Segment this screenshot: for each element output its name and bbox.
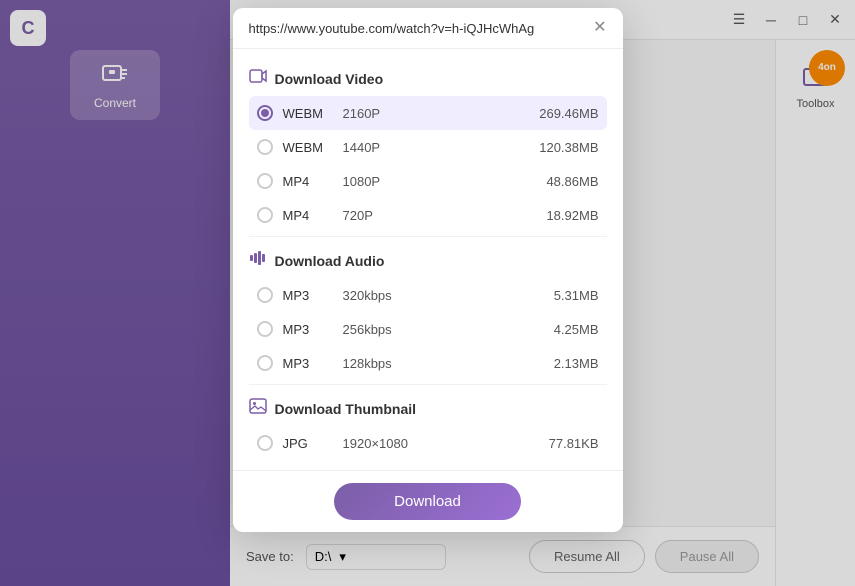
radio-1[interactable] — [257, 139, 273, 155]
radio-1[interactable] — [257, 321, 273, 337]
download-row-1[interactable]: WEBM 1440P 120.38MB — [249, 130, 607, 164]
row-format: JPG — [283, 436, 333, 451]
row-quality: 320kbps — [343, 288, 544, 303]
app-window: C Convert — [0, 0, 855, 586]
modal-header: https://www.youtube.com/watch?v=h-iQJHcW… — [233, 8, 623, 49]
download-row-0[interactable]: MP3 320kbps 5.31MB — [249, 278, 607, 312]
row-format: MP3 — [283, 322, 333, 337]
modal-footer: Download — [233, 470, 623, 532]
download-row-3[interactable]: MP4 720P 18.92MB — [249, 198, 607, 232]
row-format: MP4 — [283, 208, 333, 223]
download-row-1[interactable]: MP3 256kbps 4.25MB — [249, 312, 607, 346]
modal-url: https://www.youtube.com/watch?v=h-iQJHcW… — [249, 21, 586, 36]
row-quality: 1080P — [343, 174, 537, 189]
radio-0[interactable] — [257, 105, 273, 121]
audio-section-icon — [249, 249, 267, 272]
download-row-0[interactable]: JPG 1920×1080 77.81KB — [249, 426, 607, 460]
video-section-title: Download Video — [275, 71, 384, 87]
download-modal: https://www.youtube.com/watch?v=h-iQJHcW… — [233, 8, 623, 532]
row-format: MP4 — [283, 174, 333, 189]
thumbnail-rows: JPG 1920×1080 77.81KB — [249, 426, 607, 460]
row-quality: 1920×1080 — [343, 436, 539, 451]
download-row-2[interactable]: MP3 128kbps 2.13MB — [249, 346, 607, 380]
download-button[interactable]: Download — [334, 483, 521, 520]
thumbnail-section-icon — [249, 397, 267, 420]
radio-3[interactable] — [257, 207, 273, 223]
section-divider-2 — [249, 384, 607, 385]
row-format: WEBM — [283, 140, 333, 155]
section-header-audio: Download Audio — [249, 241, 607, 278]
audio-section-title: Download Audio — [275, 253, 385, 269]
row-format: MP3 — [283, 356, 333, 371]
row-size: 18.92MB — [546, 208, 598, 223]
section-header-video: Download Video — [249, 59, 607, 96]
thumbnail-section-title: Download Thumbnail — [275, 401, 417, 417]
row-size: 120.38MB — [539, 140, 598, 155]
row-format: WEBM — [283, 106, 333, 121]
radio-2[interactable] — [257, 173, 273, 189]
row-size: 77.81KB — [549, 436, 599, 451]
row-quality: 256kbps — [343, 322, 544, 337]
video-section-icon — [249, 67, 267, 90]
row-size: 2.13MB — [554, 356, 599, 371]
row-quality: 1440P — [343, 140, 530, 155]
section-header-thumbnail: Download Thumbnail — [249, 389, 607, 426]
modal-overlay: https://www.youtube.com/watch?v=h-iQJHcW… — [0, 0, 855, 586]
row-quality: 720P — [343, 208, 537, 223]
radio-0[interactable] — [257, 435, 273, 451]
video-rows: WEBM 2160P 269.46MB WEBM 1440P 120.38MB MP4 108… — [249, 96, 607, 232]
section-divider-1 — [249, 236, 607, 237]
row-size: 269.46MB — [539, 106, 598, 121]
row-quality: 128kbps — [343, 356, 544, 371]
radio-2[interactable] — [257, 355, 273, 371]
download-row-0[interactable]: WEBM 2160P 269.46MB — [249, 96, 607, 130]
row-size: 5.31MB — [554, 288, 599, 303]
modal-body: Download Video WEBM 2160P 269.46MB WEBM 1440… — [233, 49, 623, 470]
row-quality: 2160P — [343, 106, 530, 121]
audio-rows: MP3 320kbps 5.31MB MP3 256kbps 4.25MB MP3 128kb… — [249, 278, 607, 380]
radio-0[interactable] — [257, 287, 273, 303]
row-size: 4.25MB — [554, 322, 599, 337]
modal-close-button[interactable]: ✕ — [593, 20, 606, 36]
row-format: MP3 — [283, 288, 333, 303]
download-row-2[interactable]: MP4 1080P 48.86MB — [249, 164, 607, 198]
row-size: 48.86MB — [546, 174, 598, 189]
